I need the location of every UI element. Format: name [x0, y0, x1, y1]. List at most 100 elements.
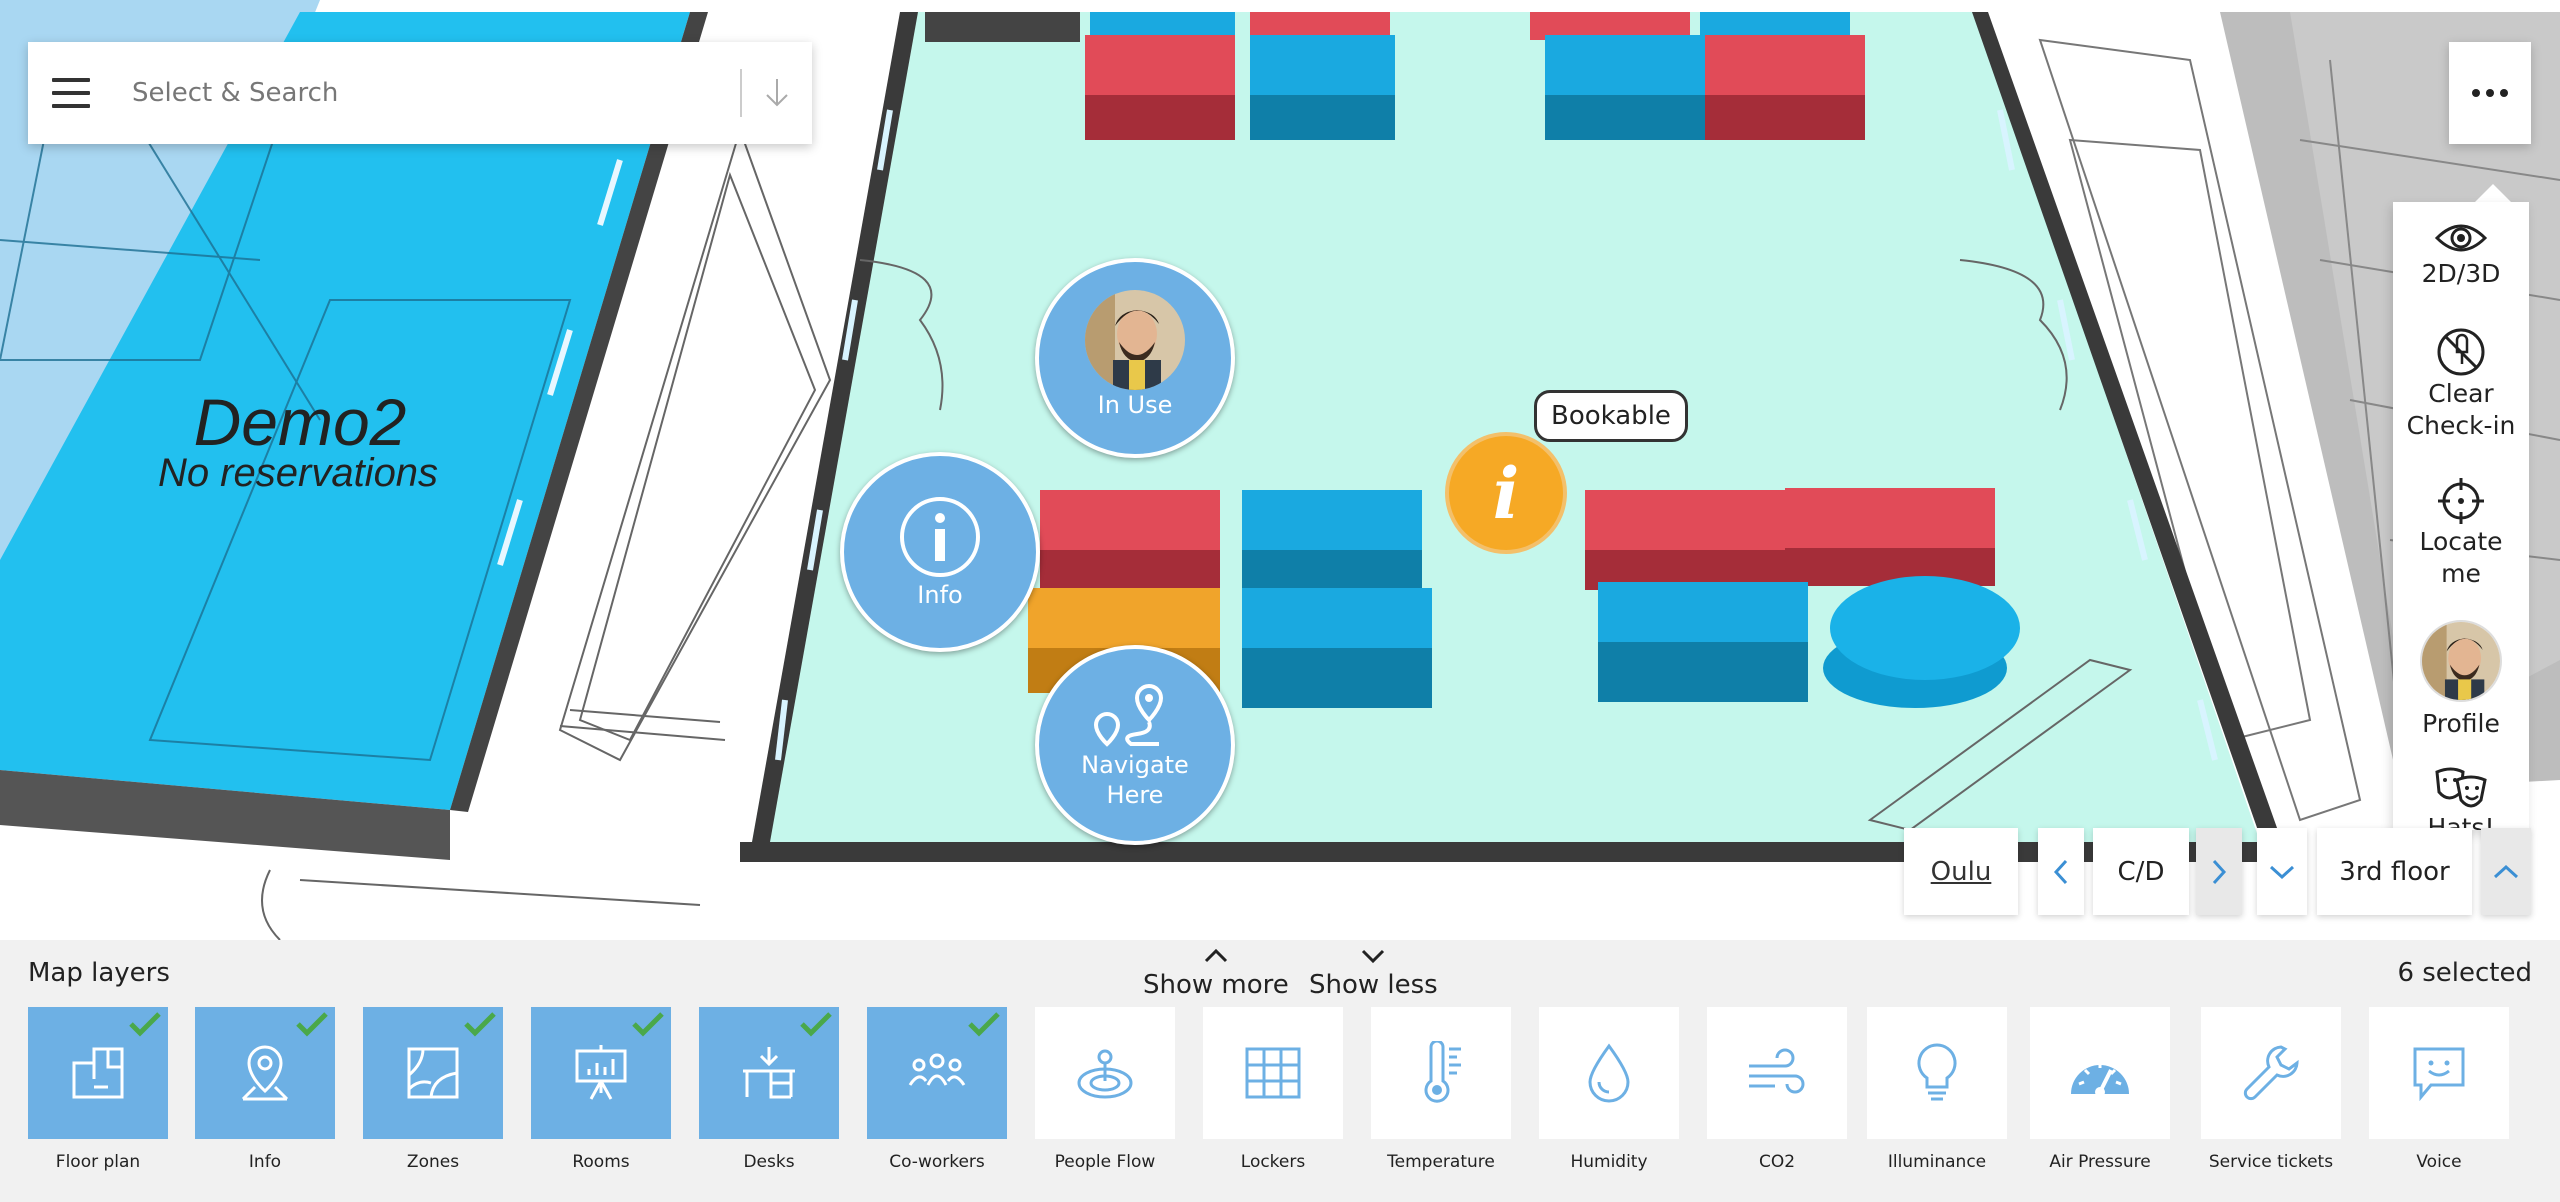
chevron-right-icon	[2212, 859, 2227, 884]
layer-humidity[interactable]: Humidity	[1539, 1007, 1679, 1172]
layer-label: Desks	[743, 1152, 795, 1172]
layer-floor-plan[interactable]: Floor plan	[28, 1007, 168, 1172]
layer-people-flow[interactable]: People Flow	[1035, 1007, 1175, 1172]
people-icon	[908, 1053, 966, 1086]
show-less-button[interactable]: Show less	[1309, 948, 1438, 1000]
layer-tile[interactable]	[1371, 1007, 1511, 1139]
info-label: Info	[917, 581, 963, 609]
profile-label: Profile	[2422, 709, 2500, 738]
arrow-down-icon[interactable]	[742, 42, 812, 144]
desk-icon	[743, 1047, 795, 1099]
layer-label: Lockers	[1240, 1152, 1306, 1172]
chevron-down-icon	[1362, 949, 1385, 964]
layer-tile[interactable]	[1203, 1007, 1343, 1139]
selected-count: 6 selected	[2397, 958, 2532, 988]
route-icon	[1093, 683, 1164, 747]
navigate-here-label: Navigate Here	[1081, 751, 1189, 809]
locate-me-button[interactable]: Locate me	[2393, 476, 2529, 590]
layer-label: Temperature	[1387, 1152, 1495, 1172]
tool-panel: 2D/3D Clear Check-in Locate me Profile H…	[2393, 202, 2529, 830]
layer-tile[interactable]	[2201, 1007, 2341, 1139]
layer-tile[interactable]	[1035, 1007, 1175, 1139]
layer-tile[interactable]	[1707, 1007, 1847, 1139]
layer-desks[interactable]: Desks	[699, 1007, 839, 1172]
navigate-here-marker[interactable]: Navigate Here	[1035, 645, 1235, 845]
profile-button[interactable]: Profile	[2393, 620, 2529, 740]
layer-tile[interactable]	[1539, 1007, 1679, 1139]
chevron-up-icon	[2493, 864, 2519, 878]
gauge-icon	[2071, 1062, 2129, 1097]
layer-tile[interactable]	[2369, 1007, 2509, 1139]
layer-lockers[interactable]: Lockers	[1203, 1007, 1343, 1172]
floor-plan-icon	[72, 1047, 124, 1099]
floor-down-button[interactable]	[2257, 828, 2307, 915]
chevron-down-icon	[2269, 865, 2295, 879]
more-options-button[interactable]	[2449, 42, 2531, 144]
layer-label: Humidity	[1570, 1152, 1648, 1172]
layer-tile[interactable]	[28, 1007, 168, 1139]
show-more-label: Show more	[1143, 970, 1289, 1000]
layer-co2[interactable]: CO2	[1707, 1007, 1847, 1172]
map-pin-icon	[241, 1045, 289, 1101]
building-next-button[interactable]	[2196, 828, 2242, 915]
floor-select[interactable]: 3rd floor	[2317, 828, 2472, 915]
layer-air-pressure[interactable]: Air Pressure	[2030, 1007, 2170, 1172]
chevron-up-icon	[1204, 948, 1227, 963]
layer-co-workers[interactable]: Co-workers	[867, 1007, 1007, 1172]
layer-tile[interactable]	[2030, 1007, 2170, 1139]
hats-button[interactable]: Hats!	[2393, 766, 2529, 830]
crosshair-icon	[2438, 478, 2484, 524]
check-icon	[968, 1012, 1000, 1037]
layer-info[interactable]: Info	[195, 1007, 335, 1172]
clear-checkin-button[interactable]: Clear Check-in	[2393, 326, 2529, 442]
layer-rooms[interactable]: Rooms	[531, 1007, 671, 1172]
toggle-2d-3d-button[interactable]: 2D/3D	[2393, 218, 2529, 290]
layer-label: Rooms	[572, 1152, 630, 1172]
layer-label: Service tickets	[2208, 1152, 2334, 1172]
building-select[interactable]: C/D	[2093, 828, 2189, 915]
avatar	[2420, 620, 2502, 702]
layer-tile[interactable]	[699, 1007, 839, 1139]
floor-up-button[interactable]	[2481, 828, 2531, 915]
layer-label: Co-workers	[889, 1152, 985, 1172]
check-icon	[129, 1012, 161, 1037]
locate-me-label: Locate me	[2419, 527, 2503, 588]
building-prev-button[interactable]	[2038, 828, 2084, 915]
droplet-icon	[1588, 1043, 1630, 1103]
in-use-marker[interactable]: In Use	[1035, 258, 1235, 458]
layer-temperature[interactable]: Temperature	[1371, 1007, 1511, 1172]
in-use-label: In Use	[1097, 391, 1173, 419]
layer-voice[interactable]: Voice	[2369, 1007, 2509, 1172]
layer-tile[interactable]	[531, 1007, 671, 1139]
zones-icon	[407, 1047, 459, 1099]
check-icon	[800, 1012, 832, 1037]
layer-tile[interactable]	[867, 1007, 1007, 1139]
layer-tile[interactable]	[195, 1007, 335, 1139]
clear-checkin-icon	[2437, 328, 2485, 376]
info-icon	[900, 497, 980, 577]
info-marker[interactable]: Info	[840, 452, 1040, 652]
layer-tile[interactable]	[1867, 1007, 2007, 1139]
toolbar-caret	[2475, 184, 2511, 202]
bookable-tooltip: Bookable	[1534, 390, 1688, 442]
layer-label: Floor plan	[55, 1152, 141, 1172]
check-icon	[632, 1012, 664, 1037]
show-more-button[interactable]: Show more	[1143, 948, 1289, 1000]
eye-icon	[2434, 224, 2488, 252]
bookable-info-pin[interactable]: i	[1445, 432, 1567, 554]
check-icon	[296, 1012, 328, 1037]
layer-illuminance[interactable]: Illuminance	[1867, 1007, 2007, 1172]
layer-service-tickets[interactable]: Service tickets	[2201, 1007, 2341, 1172]
layer-label: Illuminance	[1887, 1152, 1987, 1172]
layer-tile[interactable]	[363, 1007, 503, 1139]
site-link[interactable]: Oulu	[1904, 828, 2018, 915]
layer-label: Voice	[2416, 1152, 2462, 1172]
search-input[interactable]	[132, 63, 740, 123]
layer-zones[interactable]: Zones	[363, 1007, 503, 1172]
info-pin-glyph: i	[1492, 451, 1520, 535]
menu-icon[interactable]	[36, 42, 106, 144]
layer-label: CO2	[1758, 1152, 1796, 1172]
desk-group-right	[1585, 488, 2020, 708]
lightbulb-icon	[1917, 1043, 1957, 1101]
lockers-grid-icon	[1245, 1047, 1301, 1099]
